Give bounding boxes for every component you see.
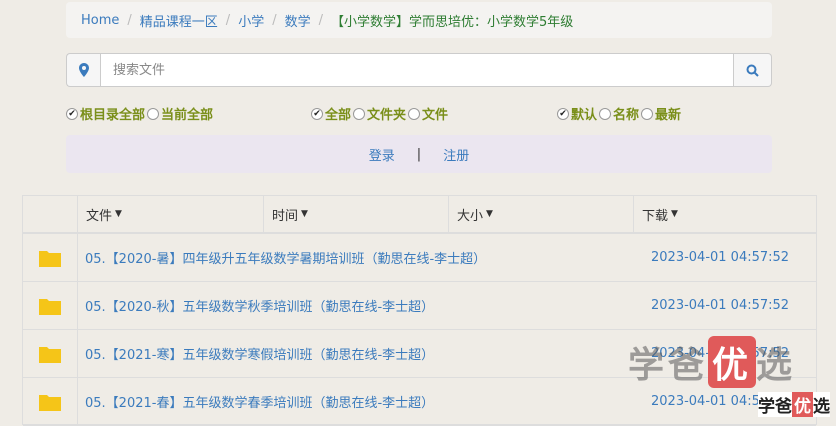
breadcrumb-separator: / bbox=[272, 12, 277, 28]
auth-separator: | bbox=[416, 146, 422, 162]
chevron-down-icon: ▼ bbox=[486, 209, 493, 219]
table-header: 文件 ▼ 时间 ▼ 大小 ▼ 下载 ▼ bbox=[23, 196, 816, 234]
radio-unchecked[interactable] bbox=[599, 107, 612, 120]
radio-unchecked[interactable] bbox=[147, 107, 160, 120]
header-file[interactable]: 文件 ▼ bbox=[77, 196, 263, 232]
file-name-link[interactable]: 05.【2021-寒】五年级数学寒假培训班（勤思在线-李士超） bbox=[85, 344, 434, 363]
file-name-link[interactable]: 05.【2021-春】五年级数学春季培训班（勤思在线-李士超） bbox=[85, 392, 434, 411]
filter-current-all[interactable]: 当前全部 bbox=[147, 104, 213, 123]
folder-icon bbox=[23, 282, 78, 329]
file-time: 2023-04-01 04:57:52 bbox=[651, 298, 790, 313]
breadcrumb-separator: / bbox=[127, 12, 132, 28]
header-download[interactable]: 下载 ▼ bbox=[633, 196, 816, 232]
sort-latest[interactable]: 最新 bbox=[641, 104, 681, 123]
filter-type-folder[interactable]: 文件夹 bbox=[353, 104, 406, 123]
radio-checked[interactable]: ✔ bbox=[311, 107, 323, 120]
filter-type-file[interactable]: 文件 bbox=[408, 104, 448, 123]
sort-default[interactable]: ✔ 默认 bbox=[557, 104, 597, 123]
folder-icon bbox=[23, 378, 78, 425]
breadcrumb: Home / 精品课程一区 / 小学 / 数学 / 【小学数学】学而思培优：小学… bbox=[66, 2, 772, 38]
scope-filter-group: ✔ 根目录全部 当前全部 bbox=[66, 104, 215, 123]
radio-checked[interactable]: ✔ bbox=[66, 107, 78, 120]
radio-unchecked[interactable] bbox=[641, 107, 654, 120]
header-size[interactable]: 大小 ▼ bbox=[448, 196, 633, 232]
chevron-down-icon: ▼ bbox=[671, 209, 678, 219]
file-time: 2023-04-01 04:57:52 bbox=[651, 250, 790, 265]
chevron-down-icon: ▼ bbox=[115, 209, 122, 219]
file-table: 文件 ▼ 时间 ▼ 大小 ▼ 下载 ▼ 05.【2020-暑】四年级升五年级数学暑期培训… bbox=[22, 195, 817, 426]
search-icon[interactable] bbox=[734, 53, 772, 87]
file-name-link[interactable]: 05.【2020-暑】四年级升五年级数学暑期培训班（勤思在线-李士超） bbox=[85, 248, 486, 267]
map-marker-icon bbox=[66, 53, 100, 87]
register-link[interactable]: 注册 bbox=[443, 145, 469, 164]
auth-bar: 登录 | 注册 bbox=[66, 135, 772, 173]
folder-icon bbox=[23, 234, 78, 281]
header-time[interactable]: 时间 ▼ bbox=[263, 196, 448, 232]
radio-unchecked[interactable] bbox=[353, 107, 366, 120]
breadcrumb-separator: / bbox=[318, 12, 323, 28]
search-bar bbox=[66, 53, 772, 87]
file-name-link[interactable]: 05.【2020-秋】五年级数学秋季培训班（勤思在线-李士超） bbox=[85, 296, 434, 315]
breadcrumb-zone[interactable]: 精品课程一区 bbox=[140, 11, 218, 30]
watermark-logo-small: 学爸优选 bbox=[758, 392, 830, 417]
breadcrumb-primary[interactable]: 小学 bbox=[238, 11, 264, 30]
table-row[interactable]: 05.【2020-暑】四年级升五年级数学暑期培训班（勤思在线-李士超） 2023… bbox=[23, 234, 816, 282]
filter-type-all[interactable]: ✔ 全部 bbox=[311, 104, 351, 123]
table-row[interactable]: 05.【2020-秋】五年级数学秋季培训班（勤思在线-李士超） 2023-04-… bbox=[23, 282, 816, 330]
radio-checked[interactable]: ✔ bbox=[557, 107, 569, 120]
folder-icon bbox=[23, 330, 78, 377]
sort-name[interactable]: 名称 bbox=[599, 104, 639, 123]
sort-filter-group: ✔ 默认 名称 最新 bbox=[557, 104, 683, 123]
radio-unchecked[interactable] bbox=[408, 107, 421, 120]
login-link[interactable]: 登录 bbox=[369, 145, 395, 164]
type-filter-group: ✔ 全部 文件夹 文件 bbox=[311, 104, 450, 123]
breadcrumb-current: 【小学数学】学而思培优：小学数学5年级 bbox=[331, 14, 574, 30]
search-input[interactable] bbox=[100, 53, 734, 87]
filter-root-all[interactable]: ✔ 根目录全部 bbox=[66, 104, 145, 123]
watermark-logo: 学爸优选 bbox=[628, 336, 796, 388]
chevron-down-icon: ▼ bbox=[301, 209, 308, 219]
breadcrumb-home[interactable]: Home bbox=[81, 13, 119, 28]
filter-bar: ✔ 根目录全部 当前全部 ✔ 全部 文件夹 文件 ✔ 默认 名称 最新 bbox=[0, 104, 836, 124]
breadcrumb-separator: / bbox=[225, 12, 231, 28]
breadcrumb-math[interactable]: 数学 bbox=[285, 11, 311, 30]
